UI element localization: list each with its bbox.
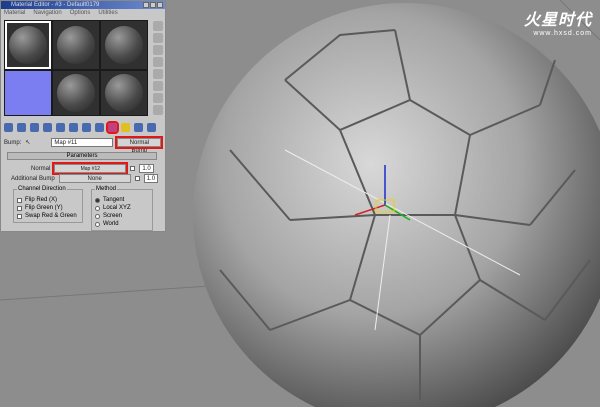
- method-screen-radio[interactable]: Screen: [95, 212, 149, 220]
- group-title: Channel Direction: [17, 186, 67, 192]
- hxsd-logo: 火星时代 www.hxsd.com: [524, 6, 592, 37]
- group-title: Method: [95, 186, 118, 192]
- additional-bump-map-button[interactable]: None: [58, 174, 131, 183]
- logo-text: 火星时代: [523, 12, 592, 29]
- copy-material-icon[interactable]: [56, 123, 65, 132]
- soccer-ball: [193, 3, 600, 407]
- rollout-title: Parameters: [66, 153, 98, 159]
- flip-red-checkbox[interactable]: Flip Red (X): [17, 196, 79, 204]
- additional-bump-row: Additional Bump None 1.0: [11, 174, 159, 183]
- options-icon[interactable]: [153, 93, 163, 103]
- method-world-radio[interactable]: World: [95, 220, 149, 228]
- make-preview-icon[interactable]: [153, 81, 163, 91]
- method-local-xyz-radio[interactable]: Local XYZ: [95, 204, 149, 212]
- sample-slot[interactable]: [101, 21, 147, 69]
- sample-slot[interactable]: [53, 21, 99, 69]
- menu-bar: Material Navigation Options Utilities: [1, 9, 165, 18]
- method-group: Method Tangent Local XYZ Screen World: [91, 186, 153, 231]
- maximize-button[interactable]: [150, 2, 156, 8]
- channel-direction-group: Channel Direction Flip Red (X) Flip Gree…: [13, 186, 83, 223]
- assign-material-icon[interactable]: [30, 123, 39, 132]
- additional-bump-amount-spinner[interactable]: 1.0: [143, 174, 159, 183]
- show-map-in-viewport-icon[interactable]: [106, 121, 119, 134]
- bottom-toolbar: [4, 121, 156, 134]
- bump-map-dropdown[interactable]: Map #11: [51, 138, 114, 147]
- menu-material[interactable]: Material: [4, 9, 25, 18]
- logo-url: www.hxsd.com: [533, 30, 592, 37]
- swap-red-green-checkbox[interactable]: Swap Red & Green: [17, 212, 79, 220]
- go-forward-icon[interactable]: [147, 123, 156, 132]
- normal-enable-checkbox[interactable]: [130, 166, 136, 171]
- go-to-parent-icon[interactable]: [134, 123, 143, 132]
- close-button[interactable]: [157, 2, 163, 8]
- select-by-material-icon[interactable]: [153, 105, 163, 115]
- background-icon[interactable]: [153, 45, 163, 55]
- reset-icon[interactable]: [43, 123, 52, 132]
- title-bar: Material Editor - #3 - Default0179: [1, 1, 165, 9]
- material-editor-window: Material Editor - #3 - Default0179 Mater…: [0, 0, 166, 232]
- make-unique-icon[interactable]: [69, 123, 78, 132]
- bump-label: Bump:: [4, 139, 22, 146]
- uv-tiling-icon[interactable]: [153, 57, 163, 67]
- parameters-rollout[interactable]: Parameters: [7, 152, 157, 160]
- window-title: Material Editor - #3 - Default0179: [11, 2, 100, 8]
- sample-slot[interactable]: [53, 71, 99, 115]
- sample-slot[interactable]: [101, 71, 147, 115]
- minimize-button[interactable]: [143, 2, 149, 8]
- pick-icon[interactable]: ↖: [25, 139, 47, 146]
- sample-slot[interactable]: [5, 21, 51, 69]
- get-material-icon[interactable]: [4, 123, 13, 132]
- video-check-icon[interactable]: [153, 69, 163, 79]
- side-toolbar: [151, 20, 165, 117]
- put-to-library-icon[interactable]: [82, 123, 91, 132]
- normal-amount-spinner[interactable]: 1.0: [139, 164, 154, 173]
- normal-bump-type-button[interactable]: Normal Bump: [115, 136, 164, 154]
- normal-label: Normal: [31, 165, 51, 172]
- backlight-icon[interactable]: [153, 33, 163, 43]
- additional-bump-label: Additional Bump: [11, 175, 55, 182]
- normal-row: Normal Map #12 (box01normalmap.tif) 1.0: [31, 162, 154, 180]
- sample-slots: [4, 20, 148, 116]
- additional-bump-checkbox[interactable]: [134, 176, 140, 181]
- put-to-scene-icon[interactable]: [17, 123, 26, 132]
- menu-navigation[interactable]: Navigation: [33, 9, 61, 18]
- flip-green-checkbox[interactable]: Flip Green (Y): [17, 204, 79, 212]
- material-id-icon[interactable]: [95, 123, 104, 132]
- show-end-result-icon[interactable]: [121, 123, 130, 132]
- menu-options[interactable]: Options: [70, 9, 91, 18]
- sample-type-icon[interactable]: [153, 21, 163, 31]
- bump-row: Bump: ↖ Map #11 Normal Bump: [4, 136, 164, 154]
- menu-utilities[interactable]: Utilities: [98, 9, 117, 18]
- normal-map-button[interactable]: Map #12 (box01normalmap.tif): [52, 162, 129, 180]
- sample-slot-normal-map[interactable]: [5, 71, 51, 115]
- method-tangent-radio[interactable]: Tangent: [95, 196, 149, 204]
